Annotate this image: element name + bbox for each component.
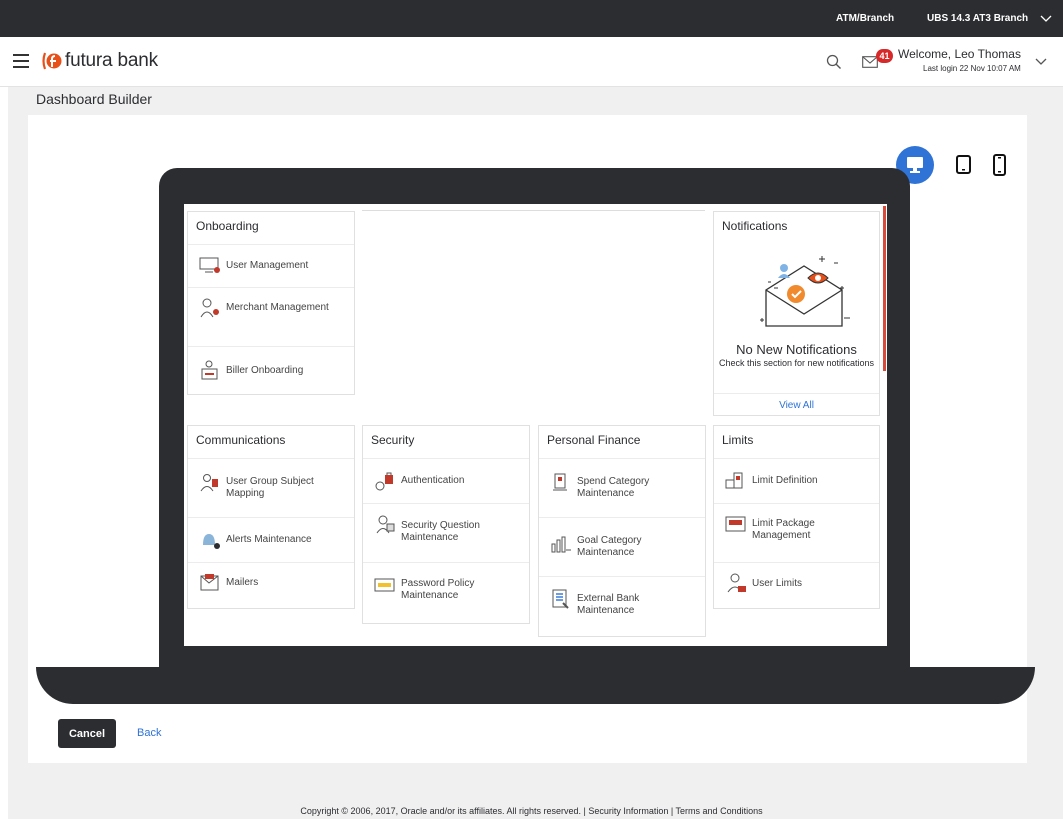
list-item-spend-category-maintenance[interactable]: Spend Category Maintenance xyxy=(539,458,705,517)
list-item-external-bank-maintenance[interactable]: External Bank Maintenance xyxy=(539,576,705,637)
no-notifications-subtext: Check this section for new notifications xyxy=(718,358,875,368)
widget-title: Onboarding xyxy=(196,219,259,233)
app-header: futura bank 41 Welcome, Leo Thomas Last … xyxy=(0,37,1063,87)
list-item-label: Mailers xyxy=(226,577,259,588)
password-policy-icon xyxy=(374,578,395,592)
limit-package-icon xyxy=(725,516,746,532)
notification-badge[interactable]: 41 xyxy=(876,49,893,63)
widget-title: Limits xyxy=(722,433,754,447)
list-item-biller-onboarding[interactable]: Biller Onboarding xyxy=(188,346,354,395)
list-item-label: Limit Definition xyxy=(752,475,818,486)
entity-selector[interactable]: UBS 14.3 AT3 Branch xyxy=(927,13,1028,24)
mobile-view-toggle[interactable] xyxy=(985,146,1023,184)
list-item-user-limits[interactable]: User Limits xyxy=(714,562,879,609)
widget-title: Security xyxy=(371,433,415,447)
list-item-limit-definition[interactable]: Limit Definition xyxy=(714,458,879,503)
list-item-label: Authentication xyxy=(401,475,465,486)
list-item-user-management[interactable]: User Management xyxy=(188,244,354,287)
list-item-goal-category-maintenance[interactable]: Goal Category Maintenance xyxy=(539,517,705,576)
merchant-icon xyxy=(200,298,219,318)
widget-communications[interactable]: Communications User Group Subject Mappin… xyxy=(187,425,355,609)
mailer-icon xyxy=(200,574,219,591)
security-question-icon xyxy=(376,515,395,534)
list-item-mailers[interactable]: Mailers xyxy=(188,562,354,609)
widget-title: Communications xyxy=(196,433,286,447)
widget-security[interactable]: Security Authentication Security Questio… xyxy=(362,425,530,624)
futura-logo-icon xyxy=(42,52,62,70)
notification-envelope-icon xyxy=(760,256,850,327)
monitor-user-icon xyxy=(199,257,220,273)
back-link[interactable]: Back xyxy=(137,727,161,739)
chevron-down-icon[interactable] xyxy=(1035,55,1047,67)
empty-widget-slot xyxy=(362,210,705,211)
user-limits-icon xyxy=(727,573,746,593)
tablet-view-toggle[interactable] xyxy=(945,146,983,184)
view-all-link[interactable]: View All xyxy=(714,393,879,419)
list-item-label: Limit Package Management xyxy=(752,518,815,541)
last-login-text: Last login 22 Nov 10:07 AM xyxy=(923,64,1021,73)
footer-copyright: Copyright © 2006, 2017, Oracle and/or it… xyxy=(300,806,763,816)
brand-logo[interactable]: futura bank xyxy=(42,50,158,72)
list-item-label: Biller Onboarding xyxy=(226,365,304,376)
tablet-icon xyxy=(956,155,971,174)
laptop-base xyxy=(36,667,1035,704)
branch-label[interactable]: ATM/Branch xyxy=(836,13,894,24)
list-item-label: Merchant Management xyxy=(226,302,329,313)
goal-category-icon xyxy=(551,536,571,553)
list-item-alerts-maintenance[interactable]: Alerts Maintenance xyxy=(188,517,354,562)
no-notifications-heading: No New Notifications xyxy=(736,342,857,357)
spend-category-icon xyxy=(553,473,567,491)
list-item-label: External Bank Maintenance xyxy=(577,593,640,616)
list-item-label: Security Question Maintenance xyxy=(401,520,480,543)
widget-title: Personal Finance xyxy=(547,433,641,447)
list-item-user-group-subject-mapping[interactable]: User Group Subject Mapping xyxy=(188,458,354,517)
list-item-label: User Group Subject Mapping xyxy=(226,476,314,499)
list-item-label: User Limits xyxy=(752,578,803,589)
list-item-password-policy-maintenance[interactable]: Password Policy Maintenance xyxy=(363,562,529,624)
authentication-icon xyxy=(375,472,393,491)
limit-definition-icon xyxy=(725,472,743,489)
list-item-security-question-maintenance[interactable]: Security Question Maintenance xyxy=(363,503,529,562)
list-item-limit-package-management[interactable]: Limit Package Management xyxy=(714,503,879,562)
cancel-button[interactable]: Cancel xyxy=(58,719,116,748)
list-item-merchant-management[interactable]: Merchant Management xyxy=(188,287,354,346)
brand-name: futura bank xyxy=(65,50,158,71)
external-bank-icon xyxy=(552,589,569,609)
top-bar: ATM/Branch UBS 14.3 AT3 Branch xyxy=(0,0,1063,37)
widget-limits[interactable]: Limits Limit Definition Limit Package Ma… xyxy=(713,425,880,609)
widget-notifications[interactable]: Notifications No New Notifications Check… xyxy=(713,211,880,416)
biller-icon xyxy=(201,360,218,380)
list-item-label: User Management xyxy=(226,260,309,271)
list-item-label: Goal Category Maintenance xyxy=(577,535,642,558)
list-item-authentication[interactable]: Authentication xyxy=(363,458,529,503)
search-icon[interactable] xyxy=(826,54,842,70)
welcome-text[interactable]: Welcome, Leo Thomas xyxy=(898,47,1021,61)
list-item-label: Spend Category Maintenance xyxy=(577,476,650,499)
list-item-label: Alerts Maintenance xyxy=(226,534,312,545)
page-title: Dashboard Builder xyxy=(36,91,152,107)
hamburger-menu-icon[interactable] xyxy=(13,54,29,68)
widget-title: Notifications xyxy=(722,219,788,233)
chevron-down-icon[interactable] xyxy=(1040,12,1052,24)
bell-icon xyxy=(203,534,220,549)
mobile-icon xyxy=(993,154,1006,176)
widget-onboarding[interactable]: Onboarding User Management Merchant Mana… xyxy=(187,211,355,395)
user-group-icon xyxy=(200,474,218,492)
scrollbar[interactable] xyxy=(883,206,886,371)
widget-personal-finance[interactable]: Personal Finance Spend Category Maintena… xyxy=(538,425,706,637)
list-item-label: Password Policy Maintenance xyxy=(401,578,475,601)
